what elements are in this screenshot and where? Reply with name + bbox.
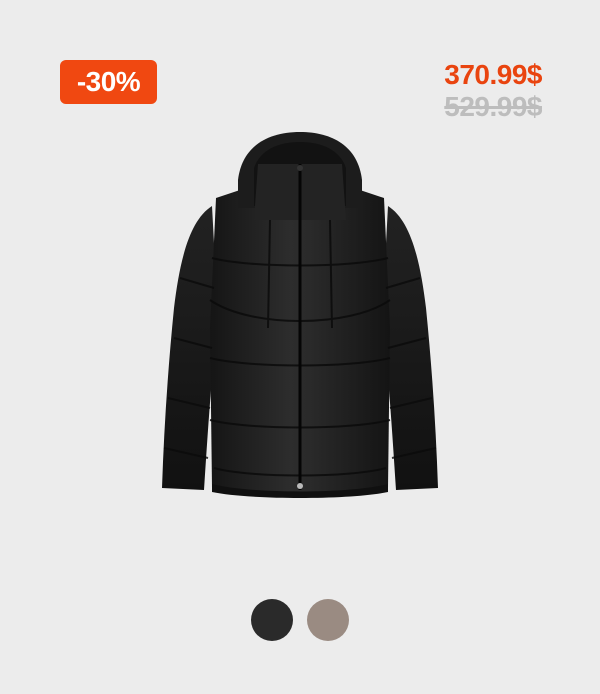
product-card[interactable]: -30% 370.99$ 529.99$: [0, 0, 600, 694]
swatch-taupe[interactable]: [307, 599, 349, 641]
price-block: 370.99$ 529.99$: [444, 60, 542, 124]
swatch-black[interactable]: [251, 599, 293, 641]
puffer-jacket-image: [162, 132, 438, 498]
old-price: 529.99$: [444, 91, 542, 122]
discount-badge: -30%: [60, 60, 157, 104]
color-swatches: [0, 599, 600, 641]
current-price: 370.99$: [444, 59, 542, 90]
